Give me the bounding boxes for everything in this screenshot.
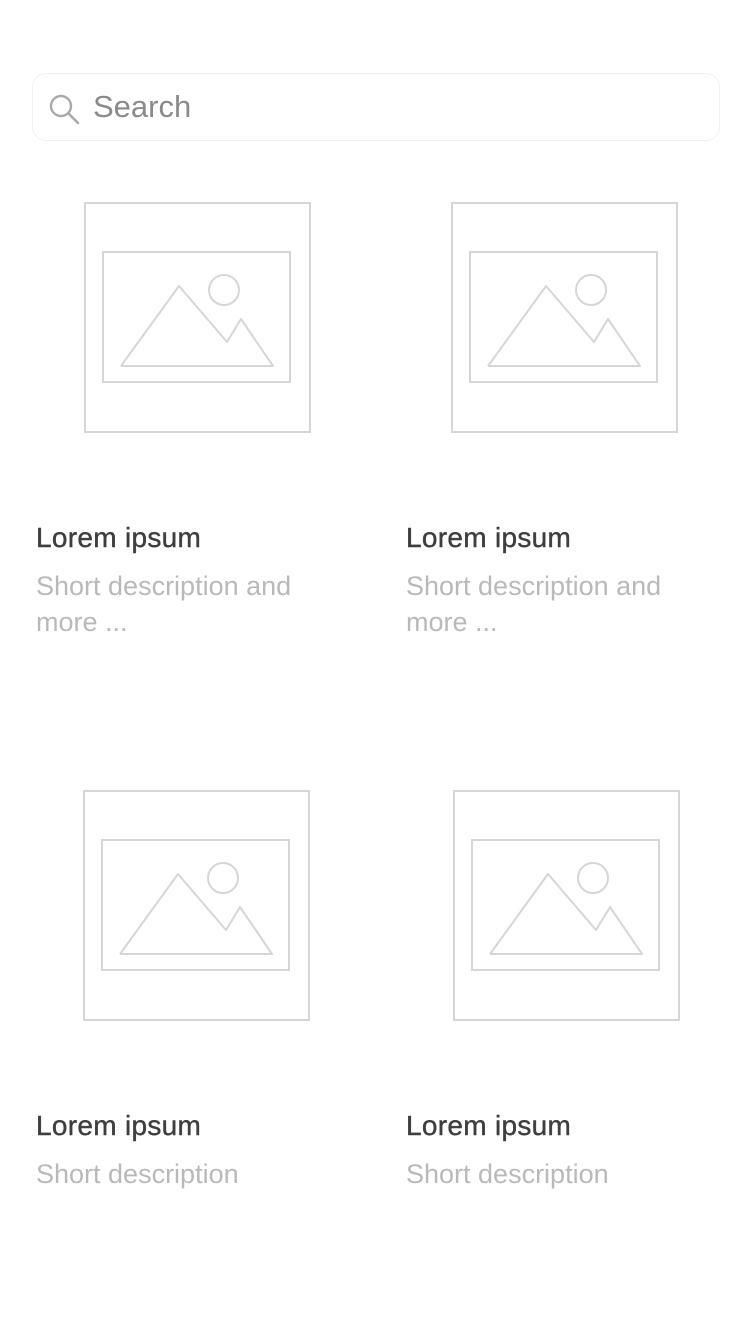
image-placeholder-icon — [453, 790, 680, 1021]
image-placeholder-icon — [451, 202, 678, 433]
search-input[interactable] — [93, 74, 693, 140]
grid-item[interactable]: Lorem ipsum Short description and more .… — [36, 202, 366, 642]
card-description: Short description — [36, 1159, 239, 1189]
search-bar[interactable] — [32, 73, 720, 141]
grid-item[interactable]: Lorem ipsum Short description — [406, 790, 736, 1200]
card-description: Short description and more ... — [406, 571, 662, 637]
grid-item[interactable]: Lorem ipsum Short description — [36, 790, 366, 1200]
card-title: Lorem ipsum — [406, 522, 572, 553]
card-description: Short description — [406, 1159, 609, 1189]
card-description: Short description and more ... — [36, 571, 292, 637]
grid-item[interactable]: Lorem ipsum Short description and more .… — [406, 202, 736, 642]
card-title: Lorem ipsum — [36, 1110, 202, 1141]
image-placeholder-icon — [83, 790, 310, 1021]
image-placeholder-icon — [84, 202, 311, 433]
card-title: Lorem ipsum — [406, 1110, 572, 1141]
card-title: Lorem ipsum — [36, 522, 202, 553]
search-icon — [47, 92, 81, 126]
